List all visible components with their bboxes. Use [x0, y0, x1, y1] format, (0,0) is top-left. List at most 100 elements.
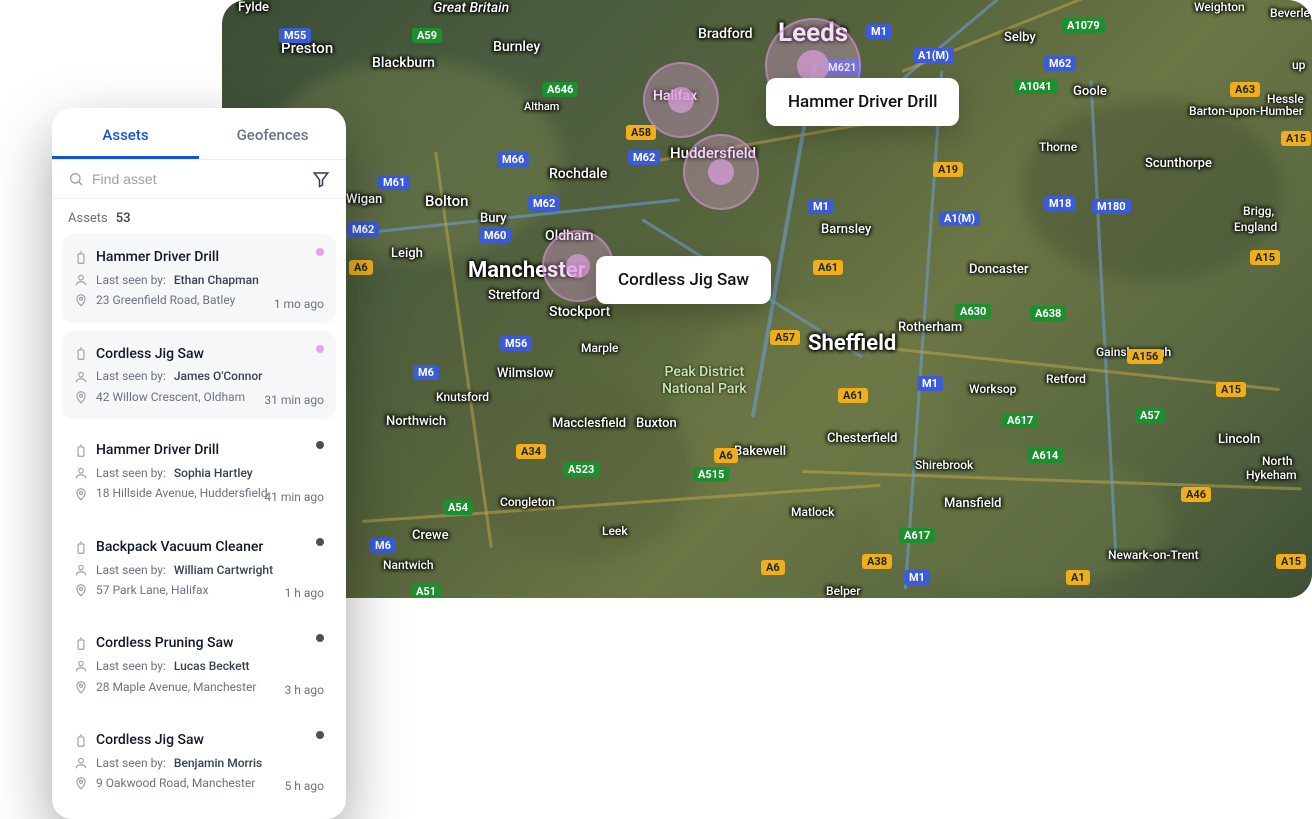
- road-shield: A19: [933, 162, 963, 177]
- status-dot: [316, 345, 324, 353]
- asset-address: 9 Oakwood Road, Manchester: [96, 773, 255, 793]
- pin-icon: [74, 293, 88, 307]
- user-icon: [74, 466, 88, 480]
- asset-time: 1 h ago: [285, 586, 324, 600]
- asset-seenby-label: Last seen by:: [96, 560, 166, 580]
- user-icon: [74, 273, 88, 287]
- asset-title: Cordless Pruning Saw: [96, 632, 233, 656]
- city-label: Beverley: [1270, 6, 1312, 20]
- asset-count-row: Assets 53: [52, 199, 346, 234]
- asset-seenby-row: Last seen by: William Cartwright: [74, 560, 324, 580]
- filter-icon[interactable]: [312, 170, 330, 188]
- asset-count-value: 53: [116, 211, 131, 226]
- city-label: Nantwich: [383, 558, 434, 572]
- map-asset-label[interactable]: Cordless Jig Saw: [596, 256, 771, 304]
- status-dot: [316, 731, 324, 739]
- map-canvas[interactable]: FyldeGreat BritainLeedsBradfordSelbyWeig…: [222, 0, 1312, 598]
- city-label: Knutsford: [436, 390, 489, 404]
- asset-list: Hammer Driver DrillLast seen by: Ethan C…: [52, 234, 346, 819]
- asset-address: 28 Maple Avenue, Manchester: [96, 677, 256, 697]
- city-label: Wilmslow: [497, 366, 553, 381]
- city-label: North: [1262, 454, 1293, 468]
- terrain-patch: [1022, 100, 1282, 280]
- asset-seenby-row: Last seen by: James O'Connor: [74, 366, 324, 386]
- asset-title-row: Cordless Jig Saw: [74, 729, 324, 753]
- city-label: Doncaster: [969, 262, 1028, 277]
- road-shield: A57: [1135, 408, 1165, 423]
- asset-time: 31 min ago: [264, 393, 324, 407]
- battery-icon: [74, 541, 88, 555]
- battery-icon: [74, 251, 88, 265]
- road-shield: A1041: [1014, 79, 1057, 94]
- asset-title-row: Cordless Pruning Saw: [74, 632, 324, 656]
- asset-address: 57 Park Lane, Halifax: [96, 580, 209, 600]
- road-shield: A630: [955, 304, 991, 319]
- battery-icon: [74, 444, 88, 458]
- user-icon: [74, 370, 88, 384]
- asset-card[interactable]: Backpack Vacuum CleanerLast seen by: Wil…: [62, 524, 336, 613]
- search-row: [52, 160, 346, 199]
- asset-seenby-label: Last seen by:: [96, 366, 166, 386]
- city-label: Northwich: [386, 414, 446, 429]
- map-asset-label[interactable]: Hammer Driver Drill: [766, 78, 959, 126]
- city-label: Fylde: [238, 0, 269, 15]
- asset-card[interactable]: Cordless Pruning SawLast seen by: Lucas …: [62, 620, 336, 709]
- asset-title-row: Cordless Jig Saw: [74, 343, 324, 367]
- city-label: Gainsborough: [1096, 345, 1171, 359]
- user-icon: [74, 563, 88, 577]
- road-shield: M55: [279, 28, 311, 43]
- asset-address: 42 Willow Crescent, Oldham: [96, 387, 245, 407]
- road-shield: A1(M): [939, 211, 980, 226]
- road-shield: A1079: [1062, 18, 1105, 33]
- road-shield: M1: [808, 199, 834, 214]
- asset-title-row: Hammer Driver Drill: [74, 439, 324, 463]
- city-label: Worksop: [969, 382, 1016, 396]
- asset-seenby-name: William Cartwright: [174, 560, 273, 580]
- asset-count-label: Assets: [68, 211, 108, 226]
- asset-seenby-name: Lucas Beckett: [174, 656, 250, 676]
- city-label: up: [1292, 58, 1305, 72]
- asset-card[interactable]: Cordless Jig SawLast seen by: James O'Co…: [62, 331, 336, 420]
- city-label: Stretford: [488, 288, 540, 303]
- road-shield: A61: [813, 260, 843, 275]
- asset-time: 1 mo ago: [274, 297, 324, 311]
- pin-icon: [74, 776, 88, 790]
- road-shield: A46: [1181, 487, 1211, 502]
- city-label: Crewe: [412, 528, 449, 543]
- asset-seenby-row: Last seen by: Sophia Hartley: [74, 463, 324, 483]
- asset-seenby-label: Last seen by:: [96, 656, 166, 676]
- asset-address: 23 Greenfield Road, Batley: [96, 290, 235, 310]
- asset-seenby-row: Last seen by: Lucas Beckett: [74, 656, 324, 676]
- tab-assets[interactable]: Assets: [52, 108, 199, 159]
- terrain-patch: [872, 450, 1172, 590]
- city-label: Retford: [1046, 372, 1086, 386]
- asset-seenby-name: James O'Connor: [174, 366, 263, 386]
- city-label: Lincoln: [1218, 432, 1260, 447]
- battery-icon: [74, 734, 88, 748]
- asset-card[interactable]: Cordless Jig SawLast seen by: Benjamin M…: [62, 717, 336, 806]
- asset-title-row: Hammer Driver Drill: [74, 246, 324, 270]
- city-label: Selby: [1004, 30, 1036, 45]
- asset-title: Cordless Jig Saw: [96, 729, 204, 753]
- road-shield: A51: [411, 584, 441, 598]
- city-label: Great Britain: [433, 0, 509, 16]
- road-shield: A638: [1030, 306, 1066, 321]
- city-label: Preston: [281, 39, 333, 57]
- tab-geofences[interactable]: Geofences: [199, 108, 346, 159]
- asset-card[interactable]: Hammer Driver DrillLast seen by: Ethan C…: [62, 234, 336, 323]
- city-label: Stockport: [549, 304, 610, 320]
- city-label: Belper: [826, 584, 860, 598]
- pin-icon: [74, 680, 88, 694]
- road-shield: M6: [370, 538, 396, 553]
- city-label: Marple: [581, 341, 618, 355]
- road-shield: M62: [628, 150, 660, 165]
- road-shield: A6: [349, 260, 373, 275]
- status-dot: [316, 248, 324, 256]
- road-shield: M62: [1044, 56, 1076, 71]
- road-shield: A63: [1230, 82, 1260, 97]
- asset-card[interactable]: Hammer Driver DrillLast seen by: Sophia …: [62, 427, 336, 516]
- tabs: Assets Geofences: [52, 108, 346, 160]
- road-shield: M1: [866, 24, 892, 39]
- user-icon: [74, 659, 88, 673]
- search-input[interactable]: [92, 171, 304, 187]
